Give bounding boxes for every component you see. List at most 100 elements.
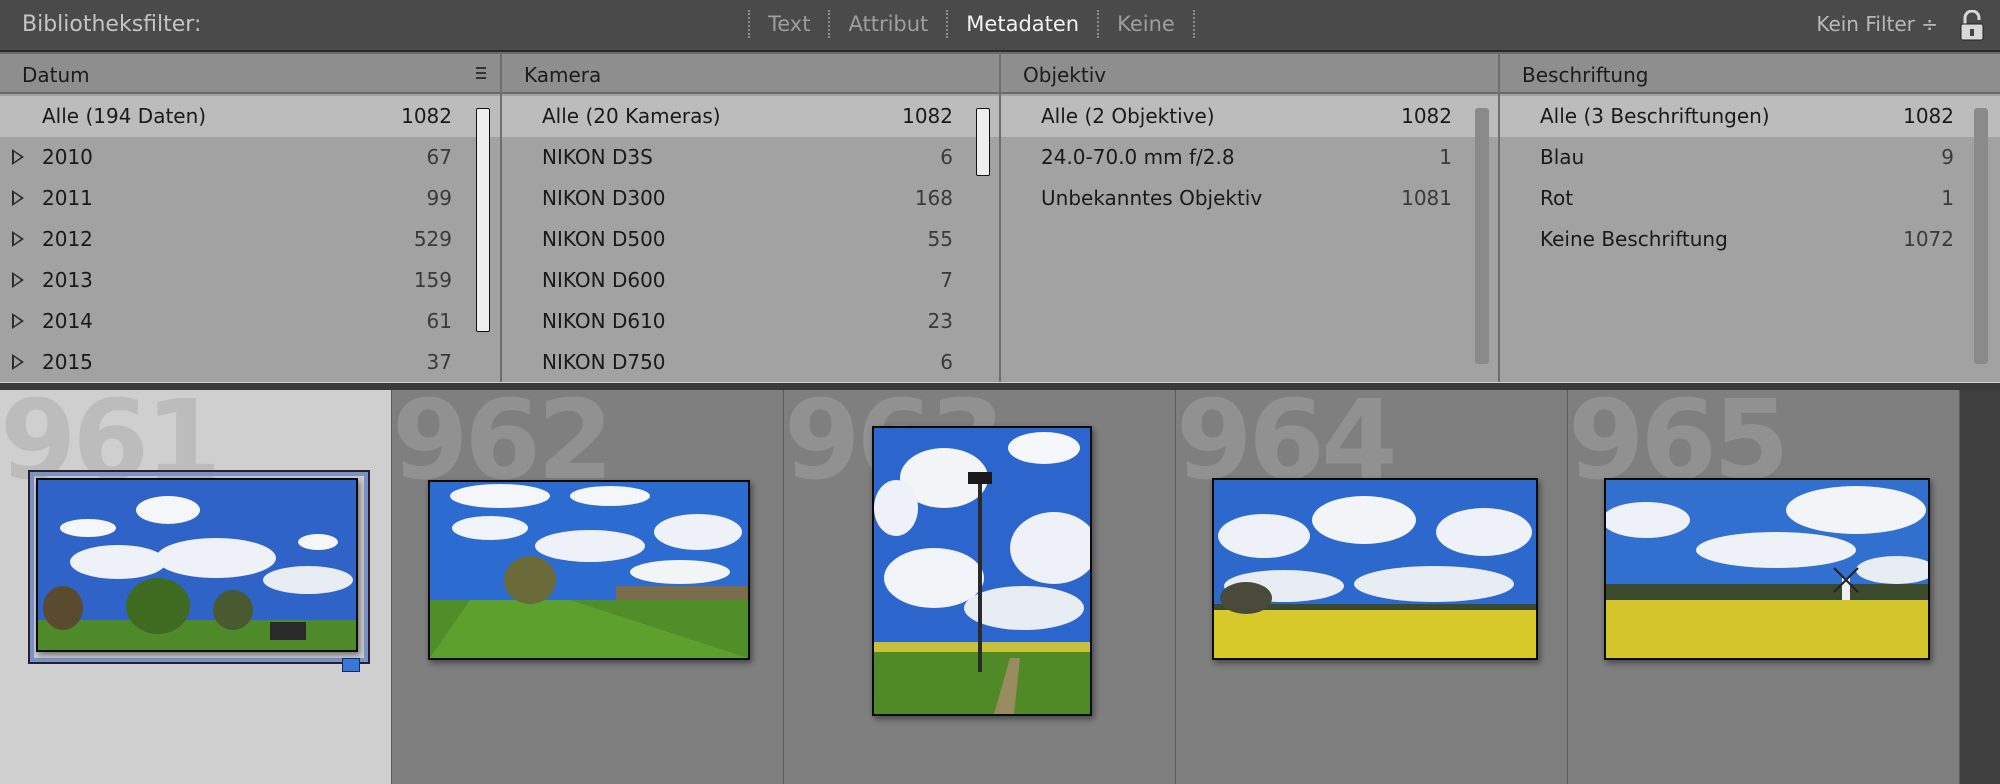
thumbnail-image[interactable]: [872, 426, 1092, 716]
list-item[interactable]: 2014 61: [0, 301, 500, 342]
item-label: Alle (194 Daten): [42, 104, 207, 128]
list-item[interactable]: NIKON D500 55: [502, 219, 999, 260]
item-count: 1082: [902, 104, 953, 128]
item-count: 6: [940, 350, 953, 374]
thumbnail-image[interactable]: [36, 478, 358, 652]
item-count: 159: [413, 268, 452, 292]
item-count: 529: [413, 227, 452, 251]
expand-triangle-icon[interactable]: [12, 149, 24, 165]
grid-cell[interactable]: 965: [1568, 390, 1960, 784]
mode-separator: [1192, 10, 1195, 38]
list-item[interactable]: 24.0-70.0 mm f/2.8 1: [1001, 137, 1498, 178]
library-filter-title: Bibliotheksfilter:: [22, 12, 202, 37]
panel-divider[interactable]: [0, 382, 2000, 390]
scrollbar[interactable]: [976, 108, 990, 364]
item-count: 1082: [1401, 104, 1452, 128]
column-header[interactable]: Objektiv: [1001, 52, 1498, 94]
item-count: 23: [927, 309, 953, 333]
list-item[interactable]: 2013 159: [0, 260, 500, 301]
scrollbar-thumb[interactable]: [976, 108, 990, 176]
thumbnail-image[interactable]: [1604, 478, 1930, 660]
column-menu-icon[interactable]: [474, 64, 488, 82]
item-label: 2010: [42, 145, 93, 169]
scrollbar[interactable]: [1974, 108, 1988, 364]
list-item[interactable]: Blau 9: [1500, 137, 2000, 178]
list-item[interactable]: NIKON D750 6: [502, 342, 999, 382]
item-label: Keine Beschriftung: [1540, 227, 1728, 251]
list-item[interactable]: Alle (20 Kameras) 1082: [502, 96, 999, 137]
grid-cell[interactable]: 962: [392, 390, 784, 784]
column-header-label: Beschriftung: [1522, 63, 1649, 87]
scrollbar[interactable]: [1475, 108, 1489, 364]
item-label: 2013: [42, 268, 93, 292]
list-item[interactable]: 2012 529: [0, 219, 500, 260]
list-item[interactable]: 2015 37: [0, 342, 500, 382]
list-item[interactable]: 2011 99: [0, 178, 500, 219]
lock-open-icon[interactable]: [1958, 9, 1986, 42]
item-count: 9: [1941, 145, 1954, 169]
mode-none-tab[interactable]: Keine: [1099, 10, 1193, 38]
grid-cell[interactable]: 964: [1176, 390, 1568, 784]
library-filter-bar: Bibliotheksfilter: Text Attribut Metadat…: [0, 0, 2000, 52]
expand-triangle-icon[interactable]: [12, 231, 24, 247]
list-item[interactable]: Alle (3 Beschriftungen) 1082: [1500, 96, 2000, 137]
list-item[interactable]: NIKON D300 168: [502, 178, 999, 219]
item-label: Alle (20 Kameras): [542, 104, 721, 128]
list-item[interactable]: Rot 1: [1500, 178, 2000, 219]
item-count: 1082: [1903, 104, 1954, 128]
filter-mode-switcher: Text Attribut Metadaten Keine: [748, 10, 1195, 38]
scrollbar[interactable]: [476, 108, 490, 364]
grid-cell[interactable]: 963: [784, 390, 1176, 784]
column-header-label: Kamera: [524, 63, 602, 87]
item-label: 2015: [42, 350, 93, 374]
item-count: 6: [940, 145, 953, 169]
item-label: NIKON D750: [542, 350, 666, 374]
expand-triangle-icon[interactable]: [12, 272, 24, 288]
item-label: NIKON D500: [542, 227, 666, 251]
item-label: Blau: [1540, 145, 1585, 169]
item-count: 1: [1941, 186, 1954, 210]
mode-text-tab[interactable]: Text: [750, 10, 828, 38]
color-label-badge: [342, 658, 360, 672]
scrollbar-thumb[interactable]: [476, 108, 490, 332]
mode-attribute-tab[interactable]: Attribut: [830, 10, 946, 38]
filter-preset-dropdown[interactable]: Kein Filter ÷: [1816, 12, 1938, 36]
list-item[interactable]: 2010 67: [0, 137, 500, 178]
item-label: 2012: [42, 227, 93, 251]
list-item[interactable]: NIKON D3S 6: [502, 137, 999, 178]
item-label: 2011: [42, 186, 93, 210]
list-item[interactable]: Unbekanntes Objektiv 1081: [1001, 178, 1498, 219]
column-header[interactable]: Beschriftung: [1500, 52, 2000, 94]
item-label: NIKON D300: [542, 186, 666, 210]
date-column: Datum Alle (194 Daten) 1082 2010 67 2011…: [0, 52, 502, 382]
label-column: Beschriftung Alle (3 Beschriftungen) 108…: [1500, 52, 2000, 382]
thumbnail-image[interactable]: [428, 480, 750, 660]
expand-triangle-icon[interactable]: [12, 354, 24, 370]
expand-triangle-icon[interactable]: [12, 190, 24, 206]
thumbnail-image[interactable]: [1212, 478, 1538, 660]
column-header[interactable]: Kamera: [502, 52, 999, 94]
list-item[interactable]: Alle (2 Objektive) 1082: [1001, 96, 1498, 137]
item-count: 99: [426, 186, 452, 210]
column-header-label: Objektiv: [1023, 63, 1107, 87]
list-item[interactable]: Keine Beschriftung 1072: [1500, 219, 2000, 260]
list-item[interactable]: NIKON D610 23: [502, 301, 999, 342]
item-count: 7: [940, 268, 953, 292]
grid-scrollbar[interactable]: [1960, 390, 2000, 784]
item-count: 1082: [401, 104, 452, 128]
list-item[interactable]: Alle (194 Daten) 1082: [0, 96, 500, 137]
item-count: 55: [927, 227, 953, 251]
expand-triangle-icon[interactable]: [12, 313, 24, 329]
item-count: 1072: [1903, 227, 1954, 251]
mode-metadata-tab[interactable]: Metadaten: [948, 10, 1097, 38]
metadata-filter-panel: Datum Alle (194 Daten) 1082 2010 67 2011…: [0, 52, 2000, 382]
item-label: Unbekanntes Objektiv: [1041, 186, 1263, 210]
column-header[interactable]: Datum: [0, 52, 500, 94]
item-label: NIKON D600: [542, 268, 666, 292]
column-header-label: Datum: [22, 63, 90, 87]
grid-cell[interactable]: 961: [0, 390, 392, 784]
list-item[interactable]: NIKON D600 7: [502, 260, 999, 301]
item-count: 168: [914, 186, 953, 210]
item-count: 1081: [1401, 186, 1452, 210]
camera-column: Kamera Alle (20 Kameras) 1082 NIKON D3S …: [502, 52, 1001, 382]
